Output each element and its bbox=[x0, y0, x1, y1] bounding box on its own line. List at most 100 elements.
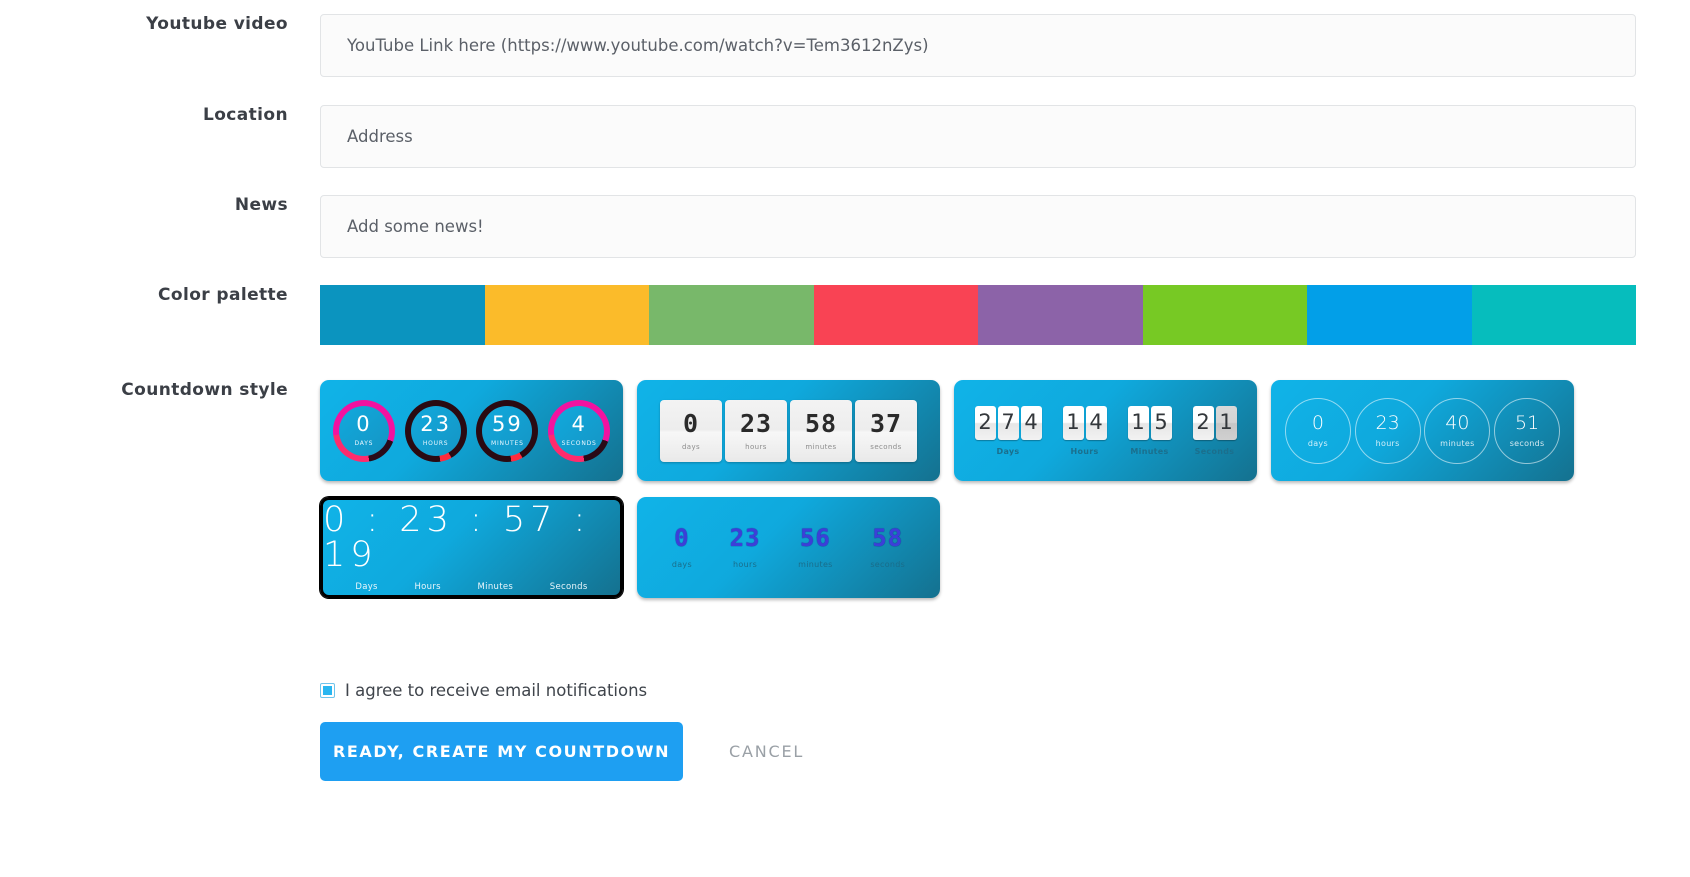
news-input[interactable] bbox=[320, 195, 1636, 258]
tile-digit: 2 bbox=[1192, 405, 1214, 440]
ring-label: MINUTES bbox=[491, 440, 524, 447]
flip-set: 0 days 23 hours 58 minutes 37 seconds bbox=[637, 380, 940, 481]
digital-clock: 0 : 23 : 57 : 19 Days Hours Minutes Seconds bbox=[323, 500, 620, 595]
label-location: Location bbox=[203, 105, 288, 125]
digital-clock-value: 0 : 23 : 57 : 19 bbox=[323, 500, 591, 575]
tile-digit: 4 bbox=[1085, 405, 1107, 440]
countdown-style-option-tiles[interactable]: 2 7 4 Days 1 4 Hours 1 5 Minutes 2 1 Seconds bbox=[954, 380, 1257, 481]
countdown-style-option-led[interactable]: 0 days 23 hours 56 minutes 58 seconds bbox=[637, 497, 940, 598]
cancel-button[interactable]: CANCEL bbox=[729, 742, 804, 761]
flip-unit-hours: 23 hours bbox=[725, 399, 787, 462]
thin-circle-value: 51 bbox=[1515, 411, 1540, 434]
youtube-video-input[interactable] bbox=[320, 14, 1636, 77]
tile-label: Days bbox=[996, 446, 1020, 456]
ring-unit-hours: 23 HOURS bbox=[404, 399, 467, 462]
flip-value: 23 bbox=[739, 408, 773, 438]
label-color-palette: Color palette bbox=[158, 285, 288, 305]
tile-label: Hours bbox=[1070, 446, 1099, 456]
ring-value: 59 bbox=[492, 412, 523, 436]
flip-unit-days: 0 days bbox=[660, 399, 722, 462]
ring-set: 0 DAYS 23 HOURS 59 MINUTES 4 SECONDS bbox=[320, 380, 623, 481]
form-row-news: News bbox=[0, 195, 1690, 258]
led-set: 0 days 23 hours 56 minutes 58 seconds bbox=[637, 497, 940, 598]
countdown-style-option-rings[interactable]: 0 DAYS 23 HOURS 59 MINUTES 4 SECONDS bbox=[320, 380, 623, 481]
thin-circle-unit-hours: 23 hours bbox=[1354, 397, 1421, 464]
tile-digit: 1 bbox=[1127, 405, 1149, 440]
thin-circle-value: 23 bbox=[1375, 411, 1400, 434]
tile-set: 2 7 4 Days 1 4 Hours 1 5 Minutes 2 1 Seconds bbox=[954, 380, 1257, 481]
tile-digit: 7 bbox=[997, 405, 1019, 440]
flip-label: hours bbox=[745, 442, 767, 451]
palette-swatch-4[interactable] bbox=[813, 285, 978, 345]
ring-value: 23 bbox=[420, 412, 451, 436]
label-youtube-video: Youtube video bbox=[146, 14, 288, 34]
thin-circle-unit-days: 0 days bbox=[1284, 397, 1351, 464]
led-label: hours bbox=[733, 560, 758, 569]
led-unit-hours: 23 hours bbox=[730, 526, 761, 569]
tile-unit-days: 2 7 4 Days bbox=[974, 405, 1042, 456]
thin-circle-label: days bbox=[1307, 438, 1328, 448]
flip-value: 37 bbox=[869, 408, 903, 438]
palette-swatch-6[interactable] bbox=[1142, 285, 1307, 345]
ring-value: 0 bbox=[356, 412, 372, 436]
tile-unit-seconds: 2 1 Seconds bbox=[1192, 405, 1237, 456]
label-news: News bbox=[234, 195, 288, 215]
led-label: seconds bbox=[870, 560, 906, 569]
led-value: 23 bbox=[729, 524, 761, 552]
ring-label: SECONDS bbox=[561, 440, 597, 447]
countdown-style-grid: 0 DAYS 23 HOURS 59 MINUTES 4 SECONDS 0 days 23 hour… bbox=[320, 380, 1636, 598]
digital-label: Minutes bbox=[477, 582, 514, 592]
ring-unit-seconds: 4 SECONDS bbox=[548, 399, 611, 462]
led-unit-days: 0 days bbox=[672, 526, 692, 569]
ring-unit-days: 0 DAYS bbox=[332, 399, 395, 462]
digital-label: Days bbox=[355, 582, 378, 592]
ring-label: DAYS bbox=[354, 440, 374, 447]
ring-label: HOURS bbox=[422, 440, 449, 447]
field-wrap-styles: 0 DAYS 23 HOURS 59 MINUTES 4 SECONDS 0 days 23 hour… bbox=[320, 380, 1636, 598]
tile-digit: 4 bbox=[1020, 405, 1042, 440]
palette-swatch-2[interactable] bbox=[484, 285, 649, 345]
tile-digits: 15 bbox=[1127, 405, 1172, 440]
palette-swatch-1[interactable] bbox=[320, 285, 485, 345]
tile-unit-minutes: 1 5 Minutes bbox=[1127, 405, 1172, 456]
flip-label: minutes bbox=[805, 442, 837, 451]
thin-circle-label: minutes bbox=[1440, 438, 1475, 448]
palette-swatch-3[interactable] bbox=[649, 285, 814, 345]
tile-digits: 274 bbox=[974, 405, 1042, 440]
label-countdown-style: Countdown style bbox=[121, 380, 288, 400]
ring-unit-minutes: 59 MINUTES bbox=[476, 399, 539, 462]
palette-swatch-8[interactable] bbox=[1471, 285, 1636, 345]
checkbox-fill-icon bbox=[323, 686, 332, 695]
field-wrap-palette bbox=[320, 285, 1636, 345]
led-value: 56 bbox=[799, 524, 831, 552]
agree-checkbox-row[interactable]: I agree to receive email notifications bbox=[320, 681, 647, 700]
tile-digit: 1 bbox=[1062, 405, 1084, 440]
flip-label: seconds bbox=[870, 442, 902, 451]
flip-unit-minutes: 58 minutes bbox=[790, 399, 852, 462]
led-label: minutes bbox=[798, 560, 833, 569]
form-row-color-palette: Color palette bbox=[0, 285, 1690, 345]
thin-circle-value: 0 bbox=[1311, 411, 1324, 434]
digital-label: Hours bbox=[414, 582, 441, 592]
digital-clock-labels: Days Hours Minutes Seconds bbox=[323, 582, 620, 592]
countdown-style-option-thin-circles[interactable]: 0 days 23 hours 40 minutes 51 seconds bbox=[1271, 380, 1574, 481]
led-unit-seconds: 58 seconds bbox=[870, 526, 905, 569]
form-actions: READY, CREATE MY COUNTDOWN CANCEL bbox=[320, 722, 804, 781]
location-input[interactable] bbox=[320, 105, 1636, 168]
led-label: days bbox=[671, 560, 692, 569]
color-palette bbox=[320, 285, 1636, 345]
flip-value: 0 bbox=[682, 408, 700, 438]
checkbox-icon[interactable] bbox=[320, 683, 335, 698]
countdown-style-option-digital[interactable]: 0 : 23 : 57 : 19 Days Hours Minutes Seconds bbox=[320, 497, 623, 598]
field-wrap-location bbox=[320, 105, 1636, 168]
countdown-style-option-flip[interactable]: 0 days 23 hours 58 minutes 37 seconds bbox=[637, 380, 940, 481]
palette-swatch-5[interactable] bbox=[978, 285, 1143, 345]
led-value: 58 bbox=[872, 524, 904, 552]
agree-label: I agree to receive email notifications bbox=[345, 681, 648, 700]
palette-swatch-7[interactable] bbox=[1307, 285, 1472, 345]
form-row-location: Location bbox=[0, 105, 1690, 168]
tile-digits: 21 bbox=[1192, 405, 1237, 440]
create-countdown-button[interactable]: READY, CREATE MY COUNTDOWN bbox=[320, 722, 683, 781]
flip-label: days bbox=[681, 442, 701, 451]
flip-value: 58 bbox=[804, 408, 838, 438]
